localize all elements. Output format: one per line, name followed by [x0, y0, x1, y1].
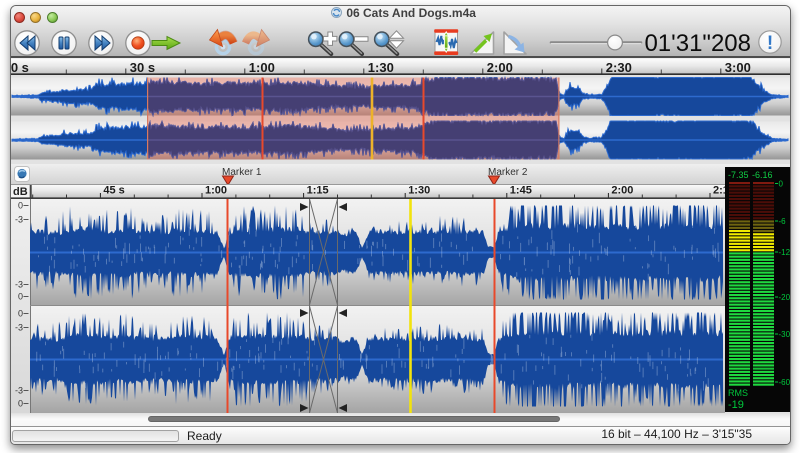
svg-text:dB: dB: [13, 186, 28, 198]
svg-text:-6: -6: [779, 217, 787, 226]
svg-text:0: 0: [779, 179, 784, 188]
svg-text:0: 0: [18, 309, 23, 319]
svg-text:-19: -19: [728, 399, 744, 411]
svg-text:-30: -30: [779, 330, 791, 339]
svg-text:0 s: 0 s: [11, 60, 29, 75]
svg-text:2:30: 2:30: [606, 60, 632, 75]
svg-text:-60: -60: [779, 378, 791, 387]
svg-text:1:00: 1:00: [205, 185, 227, 197]
svg-text:-3: -3: [15, 215, 23, 225]
svg-text:-7.35: -7.35: [728, 170, 749, 180]
svg-text:45 s: 45 s: [103, 185, 124, 197]
svg-text:1:45: 1:45: [510, 185, 532, 197]
svg-text:2:15: 2:15: [713, 185, 725, 197]
svg-text:1:00: 1:00: [249, 60, 275, 75]
svg-text:-3: -3: [15, 386, 23, 396]
svg-text:-6.16: -6.16: [752, 170, 773, 180]
svg-text:1:15: 1:15: [307, 185, 329, 197]
svg-text:0: 0: [18, 201, 23, 211]
svg-text:1:30: 1:30: [408, 185, 430, 197]
svg-text:1:30: 1:30: [368, 60, 394, 75]
svg-text:3:00: 3:00: [725, 60, 751, 75]
svg-text:!: !: [767, 33, 773, 54]
svg-text:0: 0: [18, 399, 23, 409]
svg-text:-12: -12: [779, 248, 791, 257]
svg-text:-3: -3: [15, 280, 23, 290]
svg-text:0: 0: [18, 292, 23, 302]
svg-text:2:00: 2:00: [611, 185, 633, 197]
svg-text:-20: -20: [779, 293, 791, 302]
svg-text:2:00: 2:00: [487, 60, 513, 75]
svg-text:30 s: 30 s: [130, 60, 155, 75]
svg-text:01'31"208: 01'31"208: [644, 30, 751, 57]
svg-text:-3: -3: [15, 323, 23, 333]
svg-text:RMS: RMS: [728, 388, 748, 398]
